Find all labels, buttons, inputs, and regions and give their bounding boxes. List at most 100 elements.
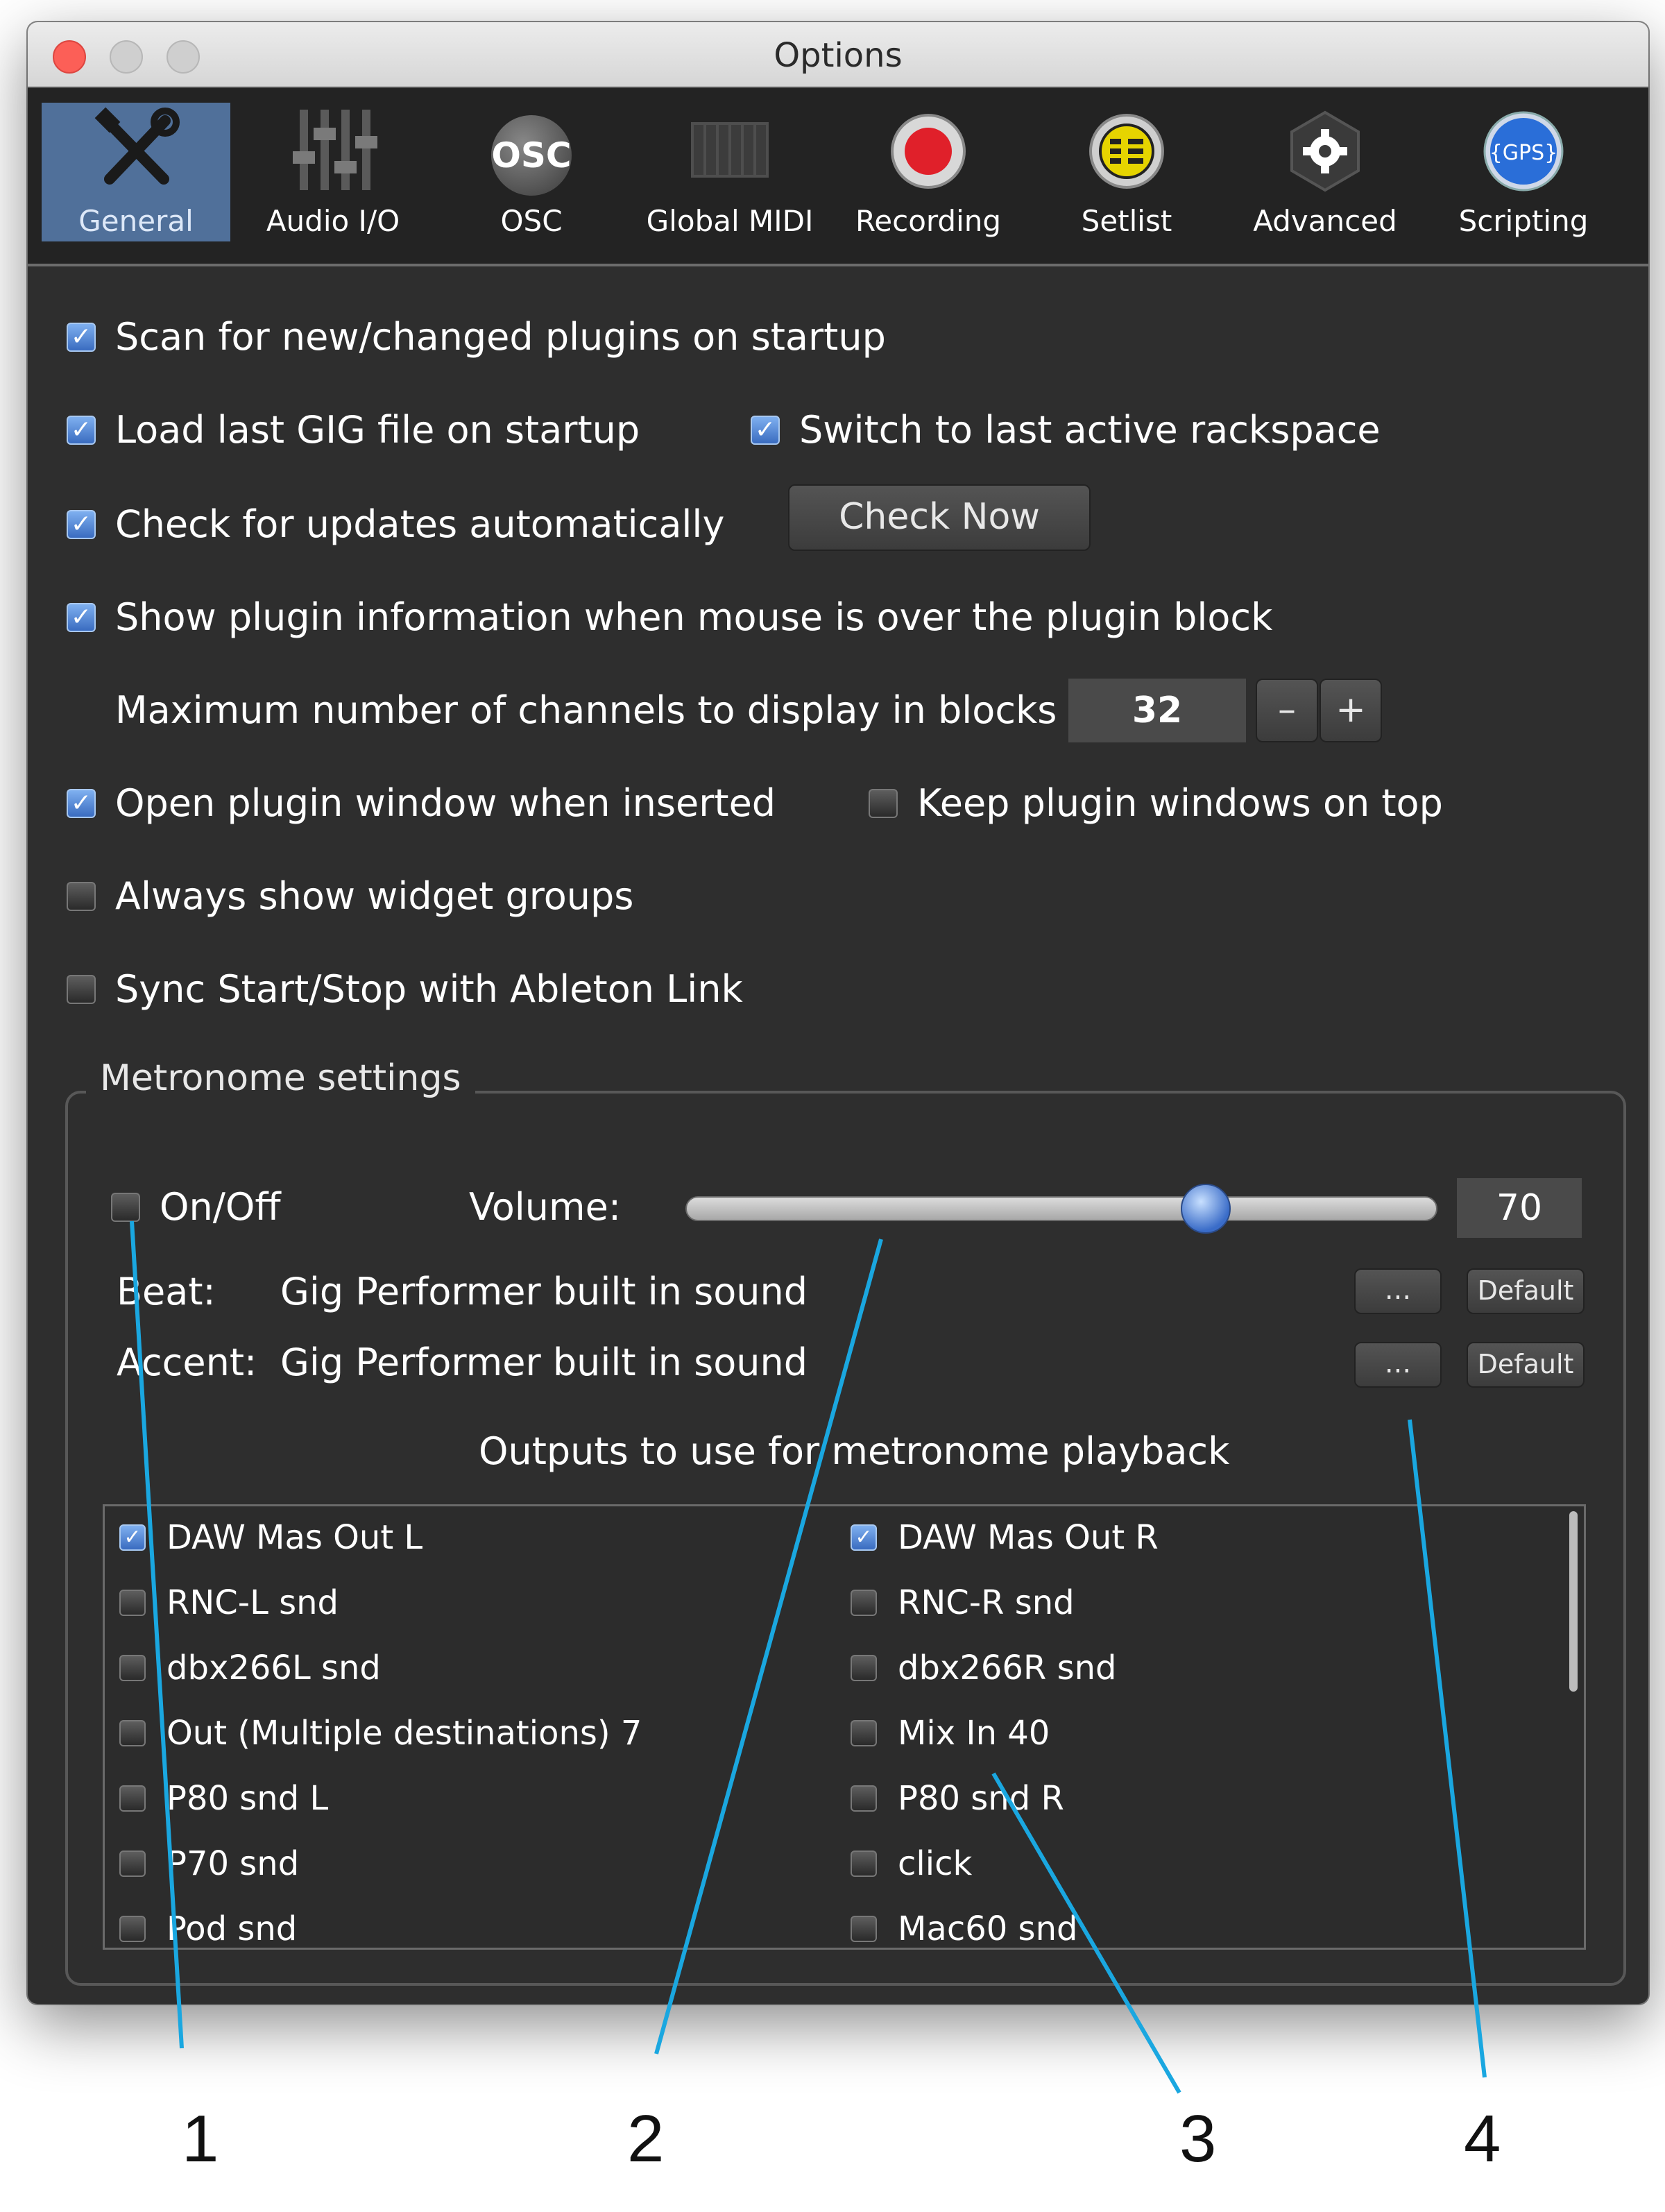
list-item[interactable]: dbx266R snd bbox=[851, 1649, 1116, 1687]
output-checkbox[interactable] bbox=[119, 1524, 146, 1551]
output-label: DAW Mas Out L bbox=[166, 1518, 423, 1557]
open-plugin-window-option[interactable]: Open plugin window when inserted bbox=[67, 781, 776, 825]
tab-audio-io[interactable]: Audio I/O bbox=[239, 103, 427, 241]
list-item[interactable]: Mix In 40 bbox=[851, 1714, 1050, 1753]
tab-setlist[interactable]: Setlist bbox=[1032, 103, 1221, 241]
output-checkbox[interactable] bbox=[851, 1785, 877, 1812]
output-checkbox[interactable] bbox=[119, 1590, 146, 1616]
beat-sound-row: Gig Performer built in sound bbox=[280, 1270, 808, 1313]
tab-advanced[interactable]: Advanced bbox=[1231, 103, 1419, 241]
accent-default-button[interactable]: Default bbox=[1467, 1342, 1585, 1388]
osc-icon: OSC bbox=[491, 115, 572, 196]
check-updates-label: Check for updates automatically bbox=[115, 502, 725, 546]
output-label: click bbox=[898, 1844, 973, 1883]
tab-audio-io-label: Audio I/O bbox=[266, 204, 400, 238]
sync-ableton-checkbox[interactable] bbox=[67, 974, 96, 1004]
increment-channels-button[interactable]: + bbox=[1320, 679, 1382, 742]
list-item[interactable]: Pod snd bbox=[119, 1909, 297, 1948]
volume-slider-track[interactable] bbox=[685, 1196, 1437, 1221]
list-item[interactable]: P70 snd bbox=[119, 1844, 299, 1883]
beat-label: Beat: bbox=[117, 1270, 216, 1313]
output-label: Mix In 40 bbox=[898, 1714, 1050, 1753]
gps-icon-text: {GPS} bbox=[1489, 141, 1558, 165]
list-item[interactable]: RNC-L snd bbox=[119, 1583, 339, 1622]
beat-default-button[interactable]: Default bbox=[1467, 1268, 1585, 1314]
scan-plugins-option[interactable]: Scan for new/changed plugins on startup bbox=[67, 315, 886, 359]
max-channels-label: Maximum number of channels to display in… bbox=[115, 688, 1057, 732]
output-checkbox[interactable] bbox=[851, 1590, 877, 1616]
list-item[interactable]: click bbox=[851, 1844, 972, 1883]
title-bar: Options bbox=[28, 22, 1648, 87]
list-item[interactable]: dbx266L snd bbox=[119, 1649, 381, 1687]
keep-on-top-checkbox[interactable] bbox=[869, 788, 898, 818]
output-label: RNC-L snd bbox=[166, 1583, 339, 1622]
volume-slider-thumb[interactable] bbox=[1181, 1184, 1231, 1234]
decrement-channels-button[interactable]: – bbox=[1256, 679, 1318, 742]
beat-row: Beat: bbox=[117, 1270, 216, 1313]
metronome-on-off-option[interactable]: On/Off bbox=[111, 1185, 281, 1229]
list-item[interactable]: P80 snd L bbox=[119, 1779, 328, 1818]
list-item[interactable]: Mac60 snd bbox=[851, 1909, 1077, 1948]
list-item[interactable]: RNC-R snd bbox=[851, 1583, 1075, 1622]
list-item[interactable]: DAW Mas Out R bbox=[851, 1518, 1159, 1557]
always-show-widgets-checkbox[interactable] bbox=[67, 881, 96, 911]
list-item[interactable]: Out (Multiple destinations) 7 bbox=[119, 1714, 642, 1753]
outputs-scrollbar[interactable] bbox=[1569, 1511, 1578, 1692]
tab-scripting[interactable]: {GPS} Scripting bbox=[1429, 103, 1618, 241]
output-checkbox[interactable] bbox=[119, 1785, 146, 1812]
output-checkbox[interactable] bbox=[119, 1720, 146, 1746]
scan-plugins-checkbox[interactable] bbox=[67, 322, 96, 352]
tab-recording[interactable]: Recording bbox=[834, 103, 1023, 241]
load-last-gig-checkbox[interactable] bbox=[67, 415, 96, 445]
output-label: Pod snd bbox=[166, 1909, 298, 1948]
keep-on-top-option[interactable]: Keep plugin windows on top bbox=[869, 781, 1443, 825]
max-channels-value[interactable]: 32 bbox=[1068, 679, 1246, 742]
callout-number-1: 1 bbox=[182, 2102, 219, 2176]
output-label: P70 snd bbox=[166, 1844, 300, 1883]
metronome-on-off-label: On/Off bbox=[160, 1185, 281, 1229]
check-updates-option[interactable]: Check for updates automatically bbox=[67, 502, 724, 546]
always-show-widgets-label: Always show widget groups bbox=[115, 874, 634, 918]
sync-ableton-option[interactable]: Sync Start/Stop with Ableton Link bbox=[67, 967, 743, 1011]
check-now-button[interactable]: Check Now bbox=[788, 484, 1091, 551]
outputs-title: Outputs to use for metronome playback bbox=[479, 1429, 1230, 1473]
output-checkbox[interactable] bbox=[119, 1655, 146, 1681]
open-plugin-window-label: Open plugin window when inserted bbox=[115, 781, 776, 825]
output-label: dbx266L snd bbox=[166, 1649, 381, 1687]
output-checkbox[interactable] bbox=[851, 1720, 877, 1746]
keep-on-top-label: Keep plugin windows on top bbox=[917, 781, 1443, 825]
output-checkbox[interactable] bbox=[119, 1916, 146, 1942]
tab-setlist-label: Setlist bbox=[1081, 204, 1172, 238]
tab-osc[interactable]: OSC OSC bbox=[437, 103, 626, 241]
metronome-group-title: Metronome settings bbox=[86, 1057, 475, 1099]
outputs-title-row: Outputs to use for metronome playback bbox=[479, 1429, 1229, 1473]
show-plugin-info-option[interactable]: Show plugin information when mouse is ov… bbox=[67, 595, 1272, 639]
list-item[interactable]: DAW Mas Out L bbox=[119, 1518, 422, 1557]
metronome-on-off-checkbox[interactable] bbox=[111, 1192, 140, 1222]
tab-general[interactable]: General bbox=[42, 103, 230, 241]
output-checkbox[interactable] bbox=[851, 1524, 877, 1551]
output-label: DAW Mas Out R bbox=[898, 1518, 1159, 1557]
output-checkbox[interactable] bbox=[119, 1851, 146, 1877]
switch-rackspace-checkbox[interactable] bbox=[751, 415, 780, 445]
output-label: Mac60 snd bbox=[898, 1909, 1078, 1948]
show-plugin-info-checkbox[interactable] bbox=[67, 602, 96, 632]
accent-browse-button[interactable]: ... bbox=[1354, 1342, 1442, 1388]
load-last-gig-option[interactable]: Load last GIG file on startup bbox=[67, 408, 640, 452]
volume-value[interactable]: 70 bbox=[1457, 1178, 1582, 1238]
open-plugin-window-checkbox[interactable] bbox=[67, 788, 96, 818]
switch-rackspace-option[interactable]: Switch to last active rackspace bbox=[751, 408, 1381, 452]
window-title: Options bbox=[774, 36, 903, 75]
tab-global-midi[interactable]: Global MIDI bbox=[635, 103, 824, 241]
list-item[interactable]: P80 snd R bbox=[851, 1779, 1064, 1818]
output-checkbox[interactable] bbox=[851, 1655, 877, 1681]
accent-sound-row: Gig Performer built in sound bbox=[280, 1341, 808, 1384]
output-label: P80 snd R bbox=[898, 1779, 1064, 1818]
mixer-faders-icon bbox=[293, 110, 377, 190]
check-updates-checkbox[interactable] bbox=[67, 509, 96, 539]
tab-recording-label: Recording bbox=[855, 204, 1002, 238]
output-checkbox[interactable] bbox=[851, 1916, 877, 1942]
always-show-widgets-option[interactable]: Always show widget groups bbox=[67, 874, 633, 918]
beat-browse-button[interactable]: ... bbox=[1354, 1268, 1442, 1314]
output-checkbox[interactable] bbox=[851, 1851, 877, 1877]
